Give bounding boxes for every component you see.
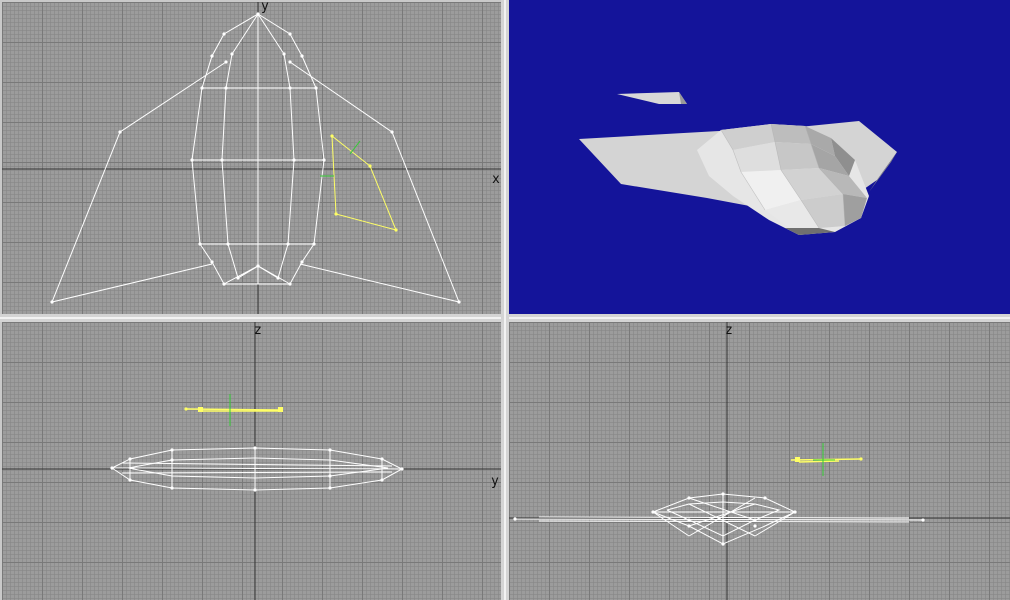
front-wireframe bbox=[2, 322, 501, 600]
top-wireframe bbox=[2, 2, 501, 314]
viewport-divider-vertical[interactable] bbox=[501, 0, 509, 600]
side-viewport[interactable]: z bbox=[509, 322, 1010, 600]
front-y-axis-label: y bbox=[491, 474, 499, 489]
front-viewport[interactable]: z y bbox=[2, 322, 501, 600]
front-z-axis-label: z bbox=[254, 323, 262, 338]
perspective-viewport[interactable] bbox=[509, 0, 1010, 314]
top-y-axis-label: y bbox=[261, 2, 269, 14]
top-viewport[interactable]: y x bbox=[2, 2, 501, 314]
side-z-axis-label: z bbox=[725, 323, 733, 338]
side-wireframe bbox=[509, 322, 1010, 600]
top-x-axis-label: x bbox=[492, 172, 500, 187]
perspective-shaded-model bbox=[579, 92, 897, 235]
